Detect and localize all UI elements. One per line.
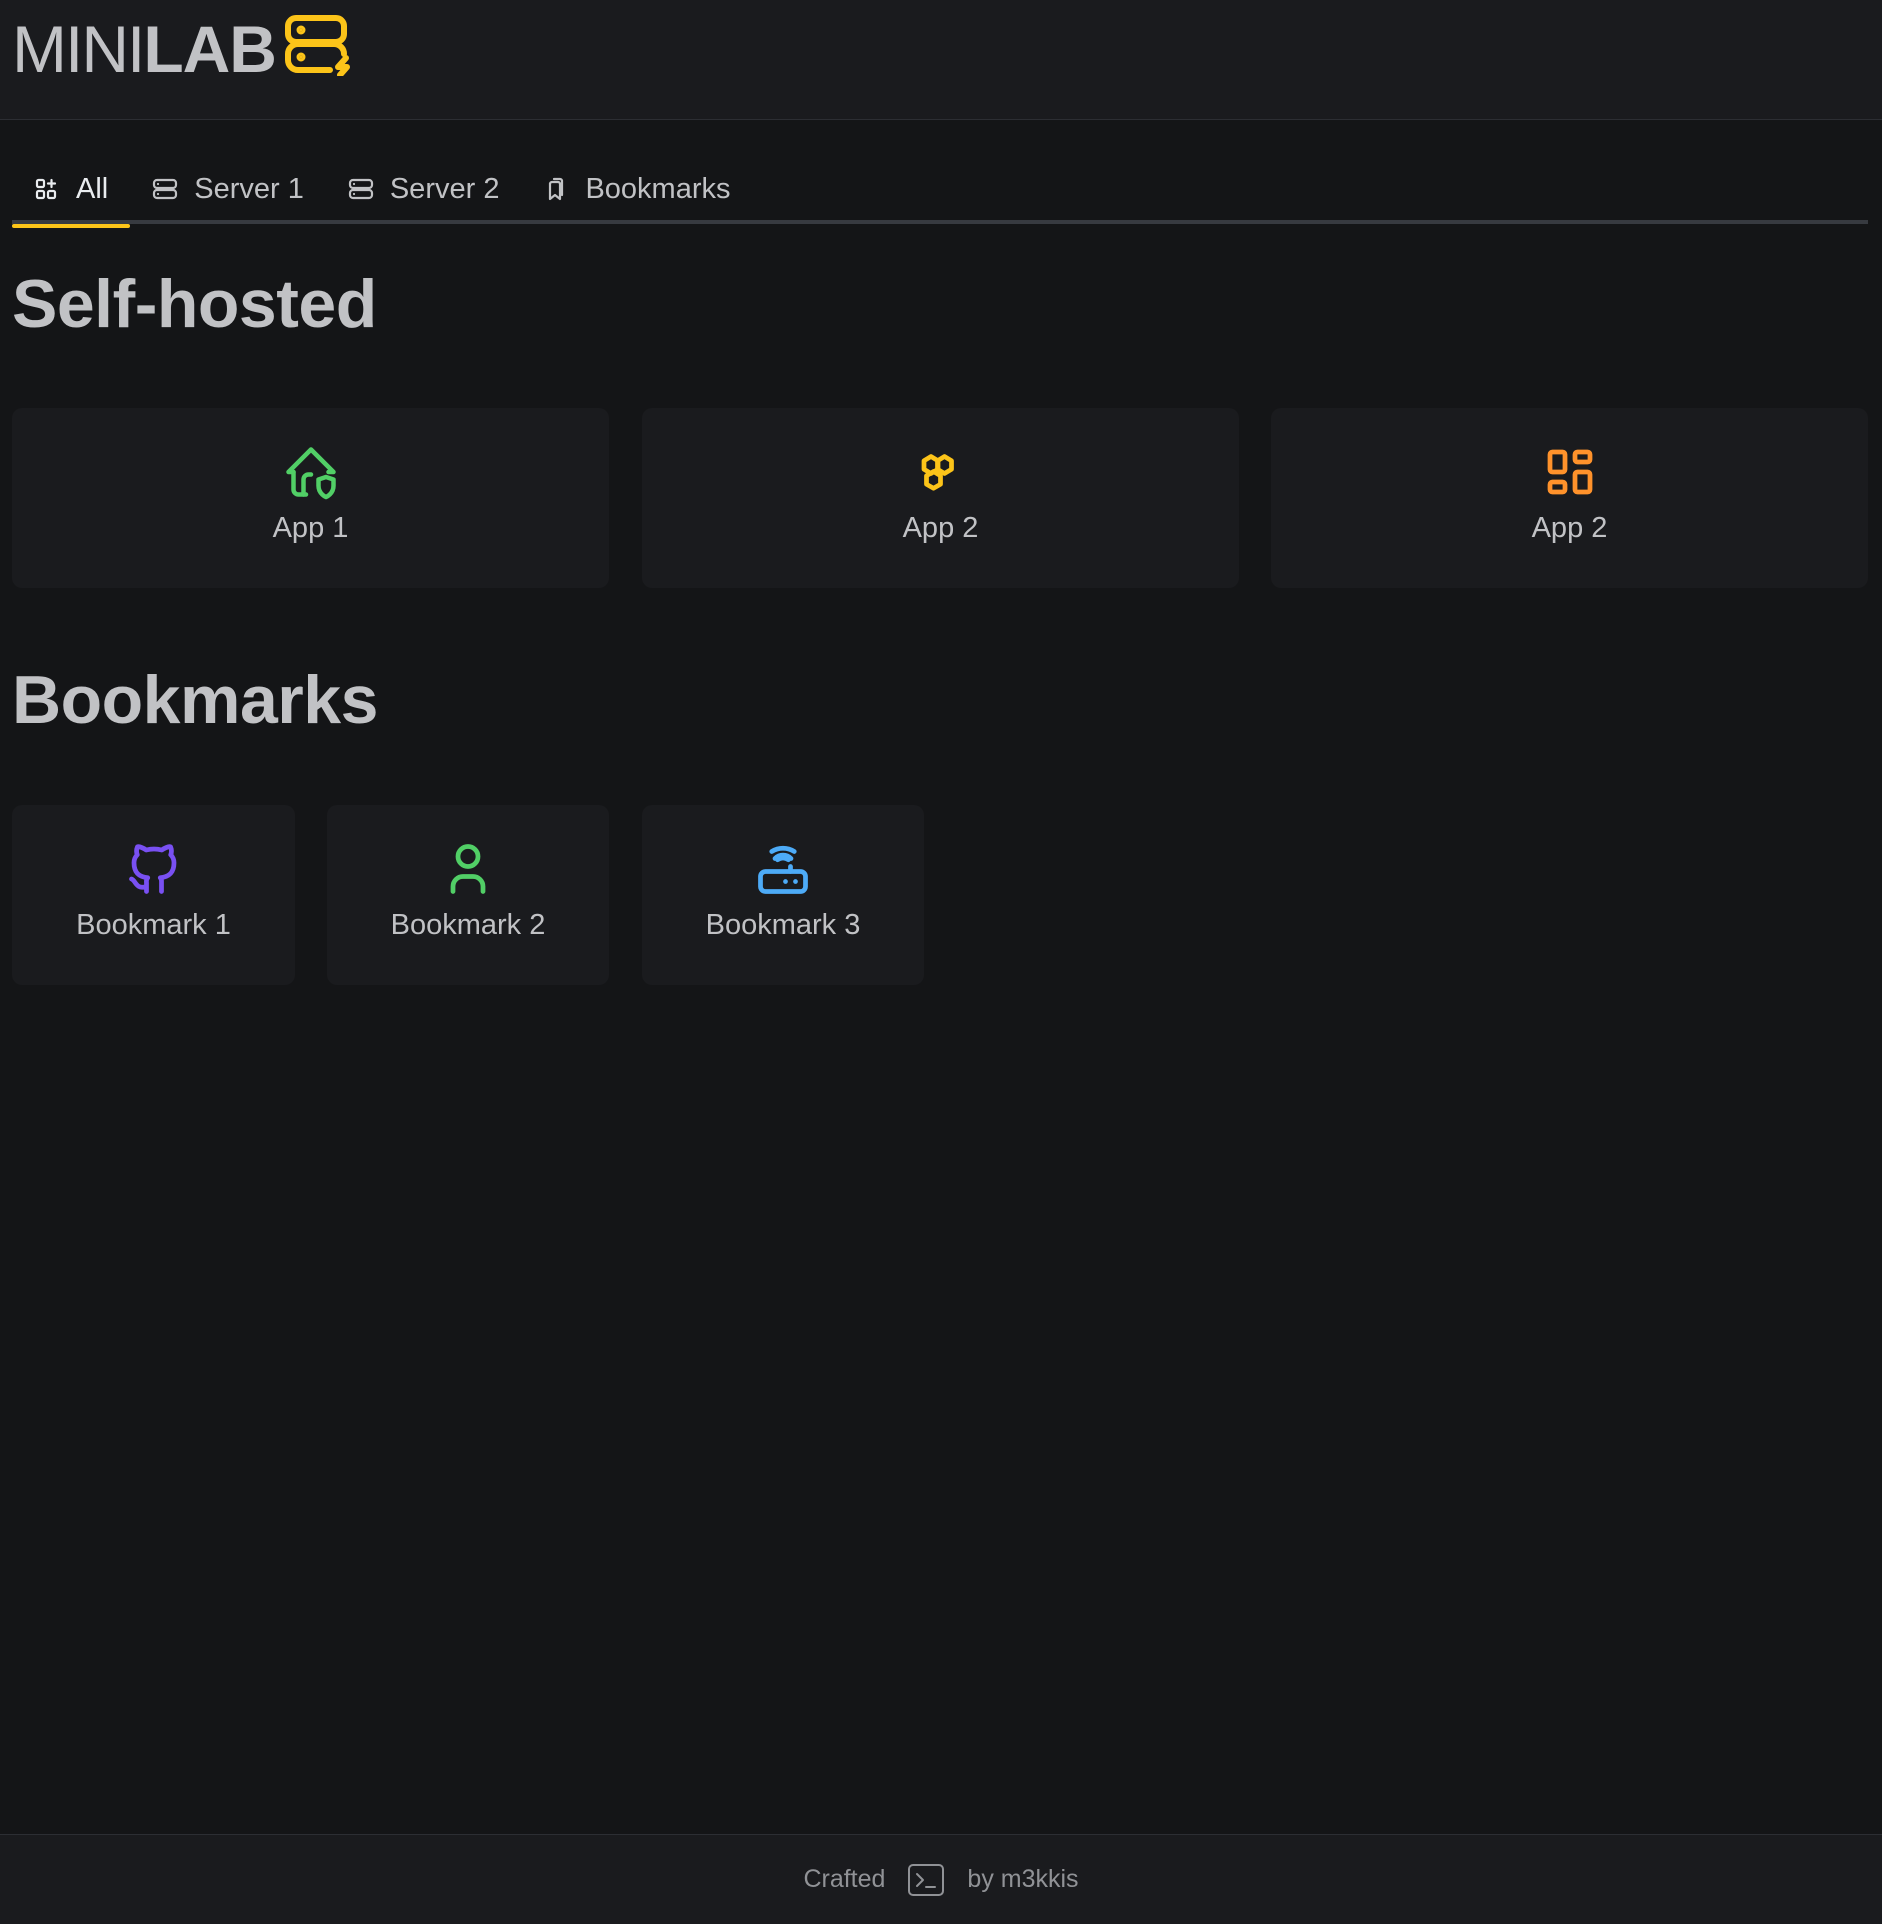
bookmark-card-1-label: Bookmark 1 bbox=[76, 909, 231, 941]
github-icon bbox=[124, 839, 184, 899]
logo[interactable]: MINI LAB bbox=[12, 14, 350, 84]
terminal-icon bbox=[907, 1863, 945, 1897]
footer-author-link[interactable]: by m3kkis bbox=[967, 1865, 1078, 1894]
bookmark-card-3-label: Bookmark 3 bbox=[705, 909, 861, 941]
tab-bookmarks-label: Bookmarks bbox=[585, 172, 731, 205]
tab-all-label: All bbox=[76, 172, 109, 205]
tab-server-1-label: Server 1 bbox=[194, 172, 304, 205]
app-card-1[interactable]: App 1 bbox=[12, 408, 609, 588]
apps-icon bbox=[34, 175, 62, 203]
router-icon bbox=[753, 839, 813, 899]
layout-dashboard-icon bbox=[1540, 442, 1600, 502]
footer: Crafted by m3kkis bbox=[0, 1834, 1882, 1924]
bookmark-card-2-label: Bookmark 2 bbox=[390, 909, 546, 941]
app-card-3-label: App 2 bbox=[1531, 512, 1608, 544]
bookmarks-icon bbox=[543, 175, 571, 203]
hexagons-icon bbox=[911, 442, 971, 502]
tab-bar: All Server 1 Server 2 Bookmarks bbox=[12, 154, 1868, 228]
logo-text-mini: MINI bbox=[12, 12, 145, 86]
bookmark-card-3[interactable]: Bookmark 3 bbox=[642, 805, 924, 985]
section-title-bookmarks: Bookmarks bbox=[12, 662, 378, 738]
server-icon bbox=[348, 175, 376, 203]
tab-bookmarks[interactable]: Bookmarks bbox=[521, 154, 752, 224]
bookmark-card-1[interactable]: Bookmark 1 bbox=[12, 805, 295, 985]
app-card-2[interactable]: App 2 bbox=[642, 408, 1239, 588]
section-title-selfhosted: Self-hosted bbox=[12, 266, 377, 342]
app-card-2-label: App 2 bbox=[902, 512, 979, 544]
footer-crafted-text: Crafted bbox=[803, 1865, 886, 1893]
user-icon bbox=[438, 839, 498, 899]
tab-all[interactable]: All bbox=[12, 154, 131, 228]
tab-server-2[interactable]: Server 2 bbox=[326, 154, 522, 224]
logo-text-lab: LAB bbox=[143, 12, 277, 86]
header: MINI LAB bbox=[0, 0, 1882, 120]
home-shield-icon bbox=[281, 442, 341, 502]
server-bolt-icon bbox=[284, 14, 350, 81]
app-card-1-label: App 1 bbox=[272, 512, 349, 544]
tab-server-1[interactable]: Server 1 bbox=[130, 154, 326, 224]
app-card-3[interactable]: App 2 bbox=[1271, 408, 1868, 588]
tab-server-2-label: Server 2 bbox=[389, 172, 500, 205]
bookmark-card-2[interactable]: Bookmark 2 bbox=[327, 805, 609, 985]
server-icon bbox=[152, 175, 180, 203]
